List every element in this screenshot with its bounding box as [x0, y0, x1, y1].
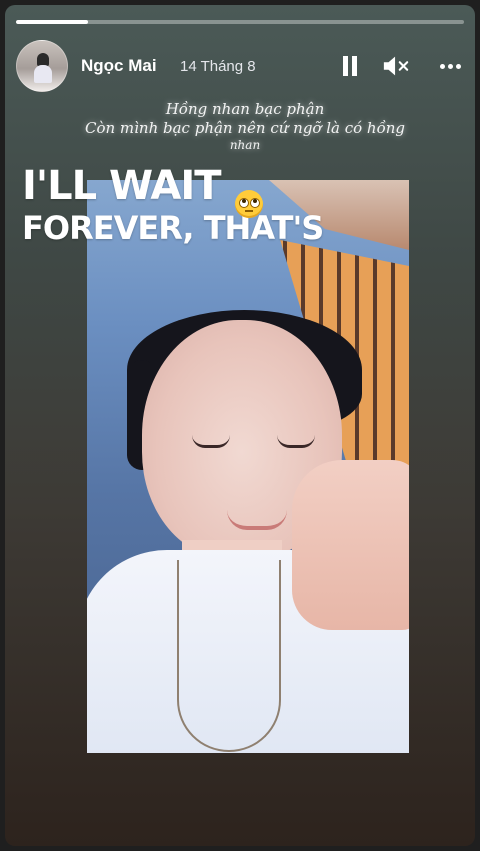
pause-button[interactable] [336, 52, 364, 80]
caption-line-1: I'LL WAIT [22, 163, 221, 209]
lyrics-line-1: Hồng nhan bạc phận [165, 100, 325, 118]
pause-icon [343, 56, 348, 76]
more-options-button[interactable] [436, 52, 464, 80]
more-dots-icon [439, 63, 445, 69]
story-date: 14 Tháng 8 [180, 58, 256, 75]
author-name[interactable]: Ngọc Mai [81, 56, 157, 76]
eye-roll-emoji-icon [235, 190, 263, 218]
lyrics-line-3: nhan [229, 138, 261, 152]
story-caption: I'LL WAIT FOREVER, THAT'S [22, 163, 324, 247]
lyrics-line-2: Còn mình bạc phận nên cứ ngỡ là có hồng [84, 119, 406, 137]
caption-line-2: FOREVER, THAT'S [22, 209, 324, 247]
lyrics-overlay: Hồng nhan bạc phận Còn mình bạc phận nên… [65, 100, 425, 152]
story-progress-bar [16, 20, 464, 24]
mute-button[interactable] [382, 52, 410, 80]
author-avatar[interactable] [16, 40, 68, 92]
story-progress-fill [16, 20, 88, 24]
story-viewer[interactable]: Ngọc Mai 14 Tháng 8 Hồng nhan bạc phận C… [5, 5, 475, 846]
story-header: Ngọc Mai 14 Tháng 8 [16, 40, 464, 92]
speaker-muted-icon [383, 56, 409, 76]
story-photo [87, 180, 409, 753]
